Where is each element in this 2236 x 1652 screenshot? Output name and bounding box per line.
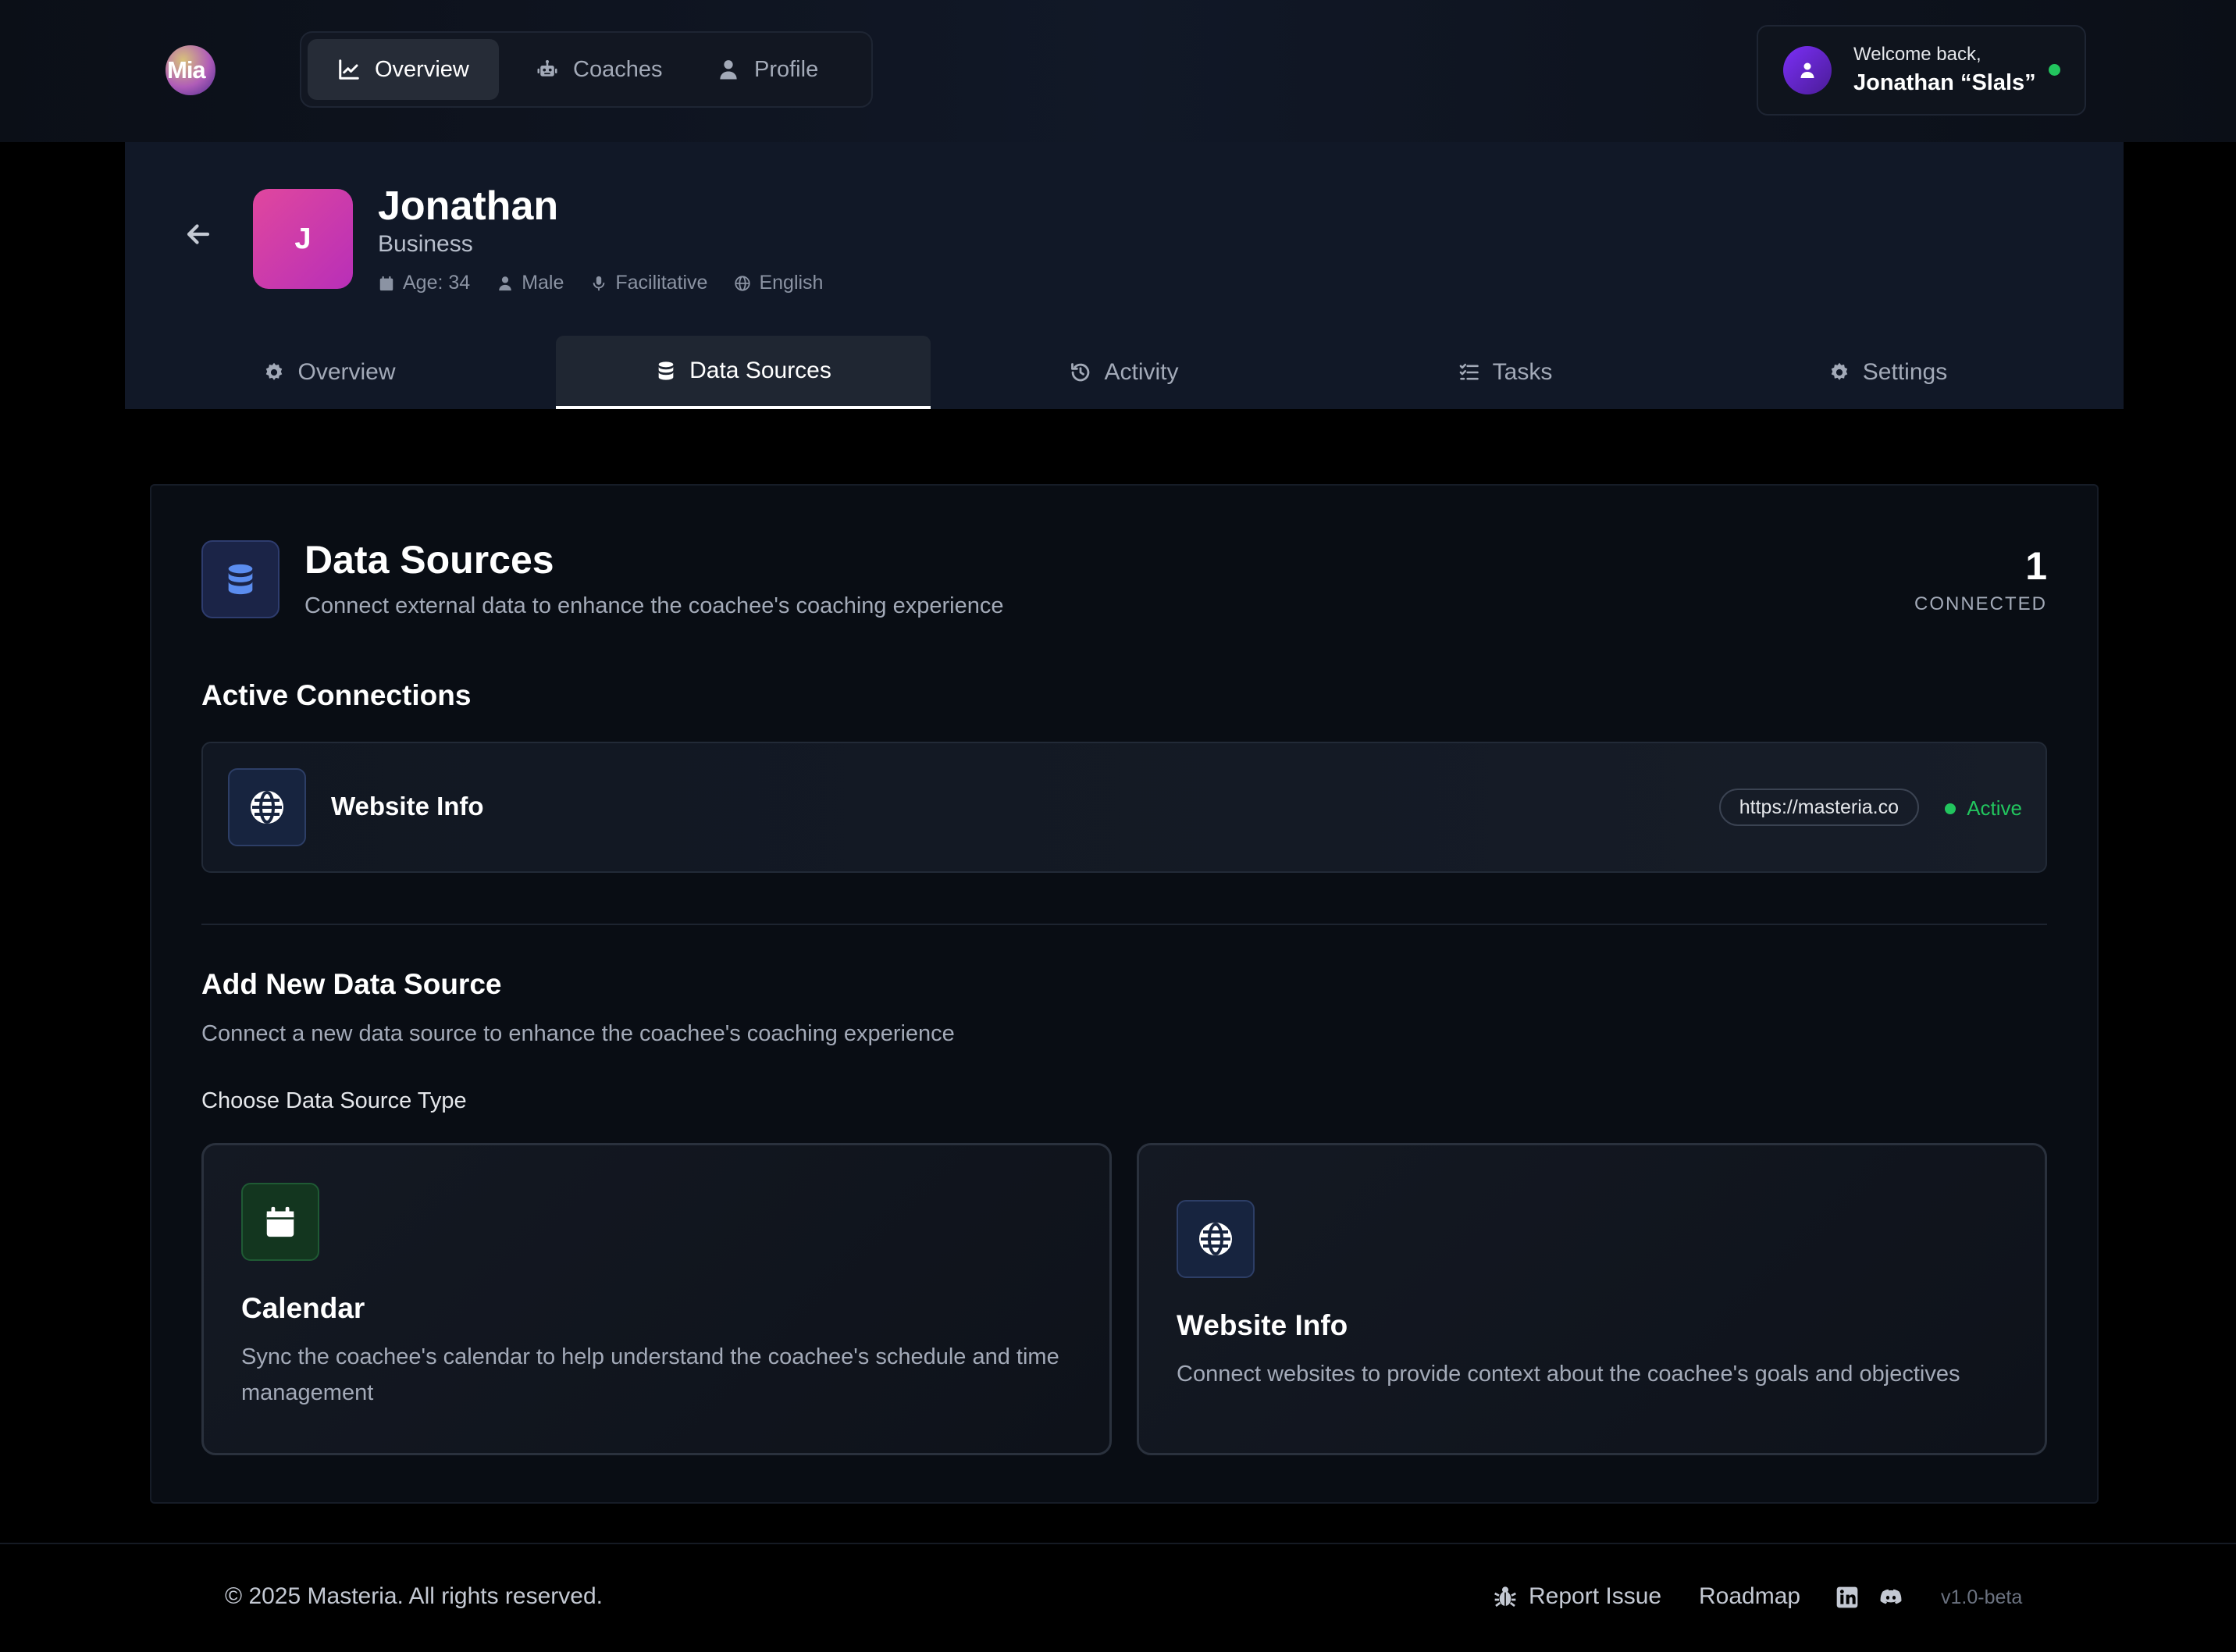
report-issue-link[interactable]: Report Issue (1493, 1583, 1661, 1610)
profile-avatar: J (253, 189, 353, 289)
connection-name: Website Info (331, 792, 484, 821)
data-sources-badge (201, 540, 280, 618)
profile-tabs: Overview Data Sources Activity Tasks Set… (125, 336, 2124, 409)
linkedin-icon[interactable] (1835, 1585, 1860, 1610)
profile-header: J Jonathan Business Age: 34 Male Facilit… (125, 142, 2124, 409)
connection-item[interactable]: Website Info https://masteria.co Active (201, 742, 2047, 873)
profile-meta: Age: 34 Male Facilitative English (378, 272, 823, 294)
source-type-title: Website Info (1177, 1309, 1348, 1341)
nav-item-label: Overview (375, 56, 469, 82)
website-badge (1177, 1200, 1255, 1278)
database-icon (658, 361, 674, 380)
globe-icon (735, 275, 751, 291)
roadmap-link[interactable]: Roadmap (1699, 1583, 1800, 1610)
source-type-calendar[interactable]: Calendar Sync the coachee's calendar to … (201, 1143, 1112, 1455)
page-subtitle: Connect external data to enhance the coa… (304, 593, 1004, 618)
nav-item-label: Profile (754, 56, 819, 82)
profile-role: Business (378, 231, 473, 257)
status-badge: Active (1945, 796, 2022, 821)
copyright: © 2025 Masteria. All rights reserved. (225, 1583, 603, 1609)
nav-item-overview[interactable]: Overview (308, 39, 499, 100)
user-icon (1800, 62, 1814, 78)
meta-gender: Male (497, 272, 564, 294)
microphone-icon (593, 276, 605, 290)
tab-data-sources[interactable]: Data Sources (556, 336, 931, 409)
source-type-description: Connect websites to provide context abou… (1177, 1362, 1960, 1387)
user-icon (720, 60, 737, 80)
back-arrow-icon[interactable] (184, 220, 212, 248)
add-source-subtitle: Connect a new data source to enhance the… (201, 1021, 955, 1046)
tab-overview[interactable]: Overview (142, 336, 517, 409)
avatar (1783, 46, 1832, 94)
database-icon (228, 564, 253, 595)
nav-item-label: Coaches (573, 56, 663, 82)
section-divider (201, 924, 2047, 925)
list-check-icon (1459, 363, 1479, 380)
chart-line-icon (339, 59, 359, 80)
version-label: v1.0-beta (1941, 1586, 2023, 1608)
nav-item-coaches[interactable]: Coaches (506, 39, 692, 100)
footer: © 2025 Masteria. All rights reserved. Re… (0, 1543, 2236, 1652)
status-dot (1945, 803, 1957, 814)
choose-type-label: Choose Data Source Type (201, 1088, 467, 1113)
user-menu[interactable]: Welcome back, Jonathan “Slals” (1757, 25, 2086, 116)
welcome-text: Welcome back, (1853, 44, 1981, 65)
calendar-badge (241, 1183, 319, 1261)
calendar-icon (266, 1206, 294, 1237)
gear-icon (1831, 362, 1848, 380)
discord-icon[interactable] (1878, 1585, 1903, 1610)
globe-icon (251, 791, 283, 824)
history-icon (1071, 363, 1090, 382)
online-status-dot (2049, 64, 2060, 76)
connection-icon-badge (228, 768, 306, 846)
meta-style: Facilitative (590, 272, 707, 294)
connection-url[interactable]: https://masteria.co (1718, 789, 1919, 826)
nav-item-profile[interactable]: Profile (687, 39, 848, 100)
connected-label: CONNECTED (1914, 593, 2047, 614)
active-connections-title: Active Connections (201, 679, 472, 711)
tab-settings[interactable]: Settings (1700, 336, 2075, 409)
bug-icon (1494, 1586, 1516, 1607)
globe-icon (1199, 1223, 1232, 1255)
page-title: Data Sources (304, 538, 554, 582)
gear-icon (266, 362, 283, 380)
meta-language: English (734, 272, 823, 294)
data-sources-card: Data Sources Connect external data to en… (150, 484, 2099, 1504)
calendar-icon (379, 276, 393, 290)
tab-activity[interactable]: Activity (937, 336, 1312, 409)
source-type-website[interactable]: Website Info Connect websites to provide… (1137, 1143, 2047, 1455)
user-name: Jonathan “Slals” (1853, 70, 2036, 95)
top-nav: Overview Coaches Profile (300, 31, 873, 108)
robot-icon (537, 60, 557, 77)
profile-name: Jonathan (378, 183, 559, 229)
logo-text: Mia (167, 56, 206, 84)
source-type-description: Sync the coachee's calendar to help unde… (241, 1344, 1059, 1405)
meta-age: Age: 34 (378, 272, 470, 294)
top-bar: Mia Overview Coaches Profile Welcome bac… (0, 0, 2236, 142)
user-icon (499, 276, 511, 290)
add-source-title: Add New Data Source (201, 968, 502, 1000)
connected-count: 1 (2025, 544, 2047, 588)
tab-tasks[interactable]: Tasks (1318, 336, 1693, 409)
source-type-title: Calendar (241, 1292, 365, 1324)
